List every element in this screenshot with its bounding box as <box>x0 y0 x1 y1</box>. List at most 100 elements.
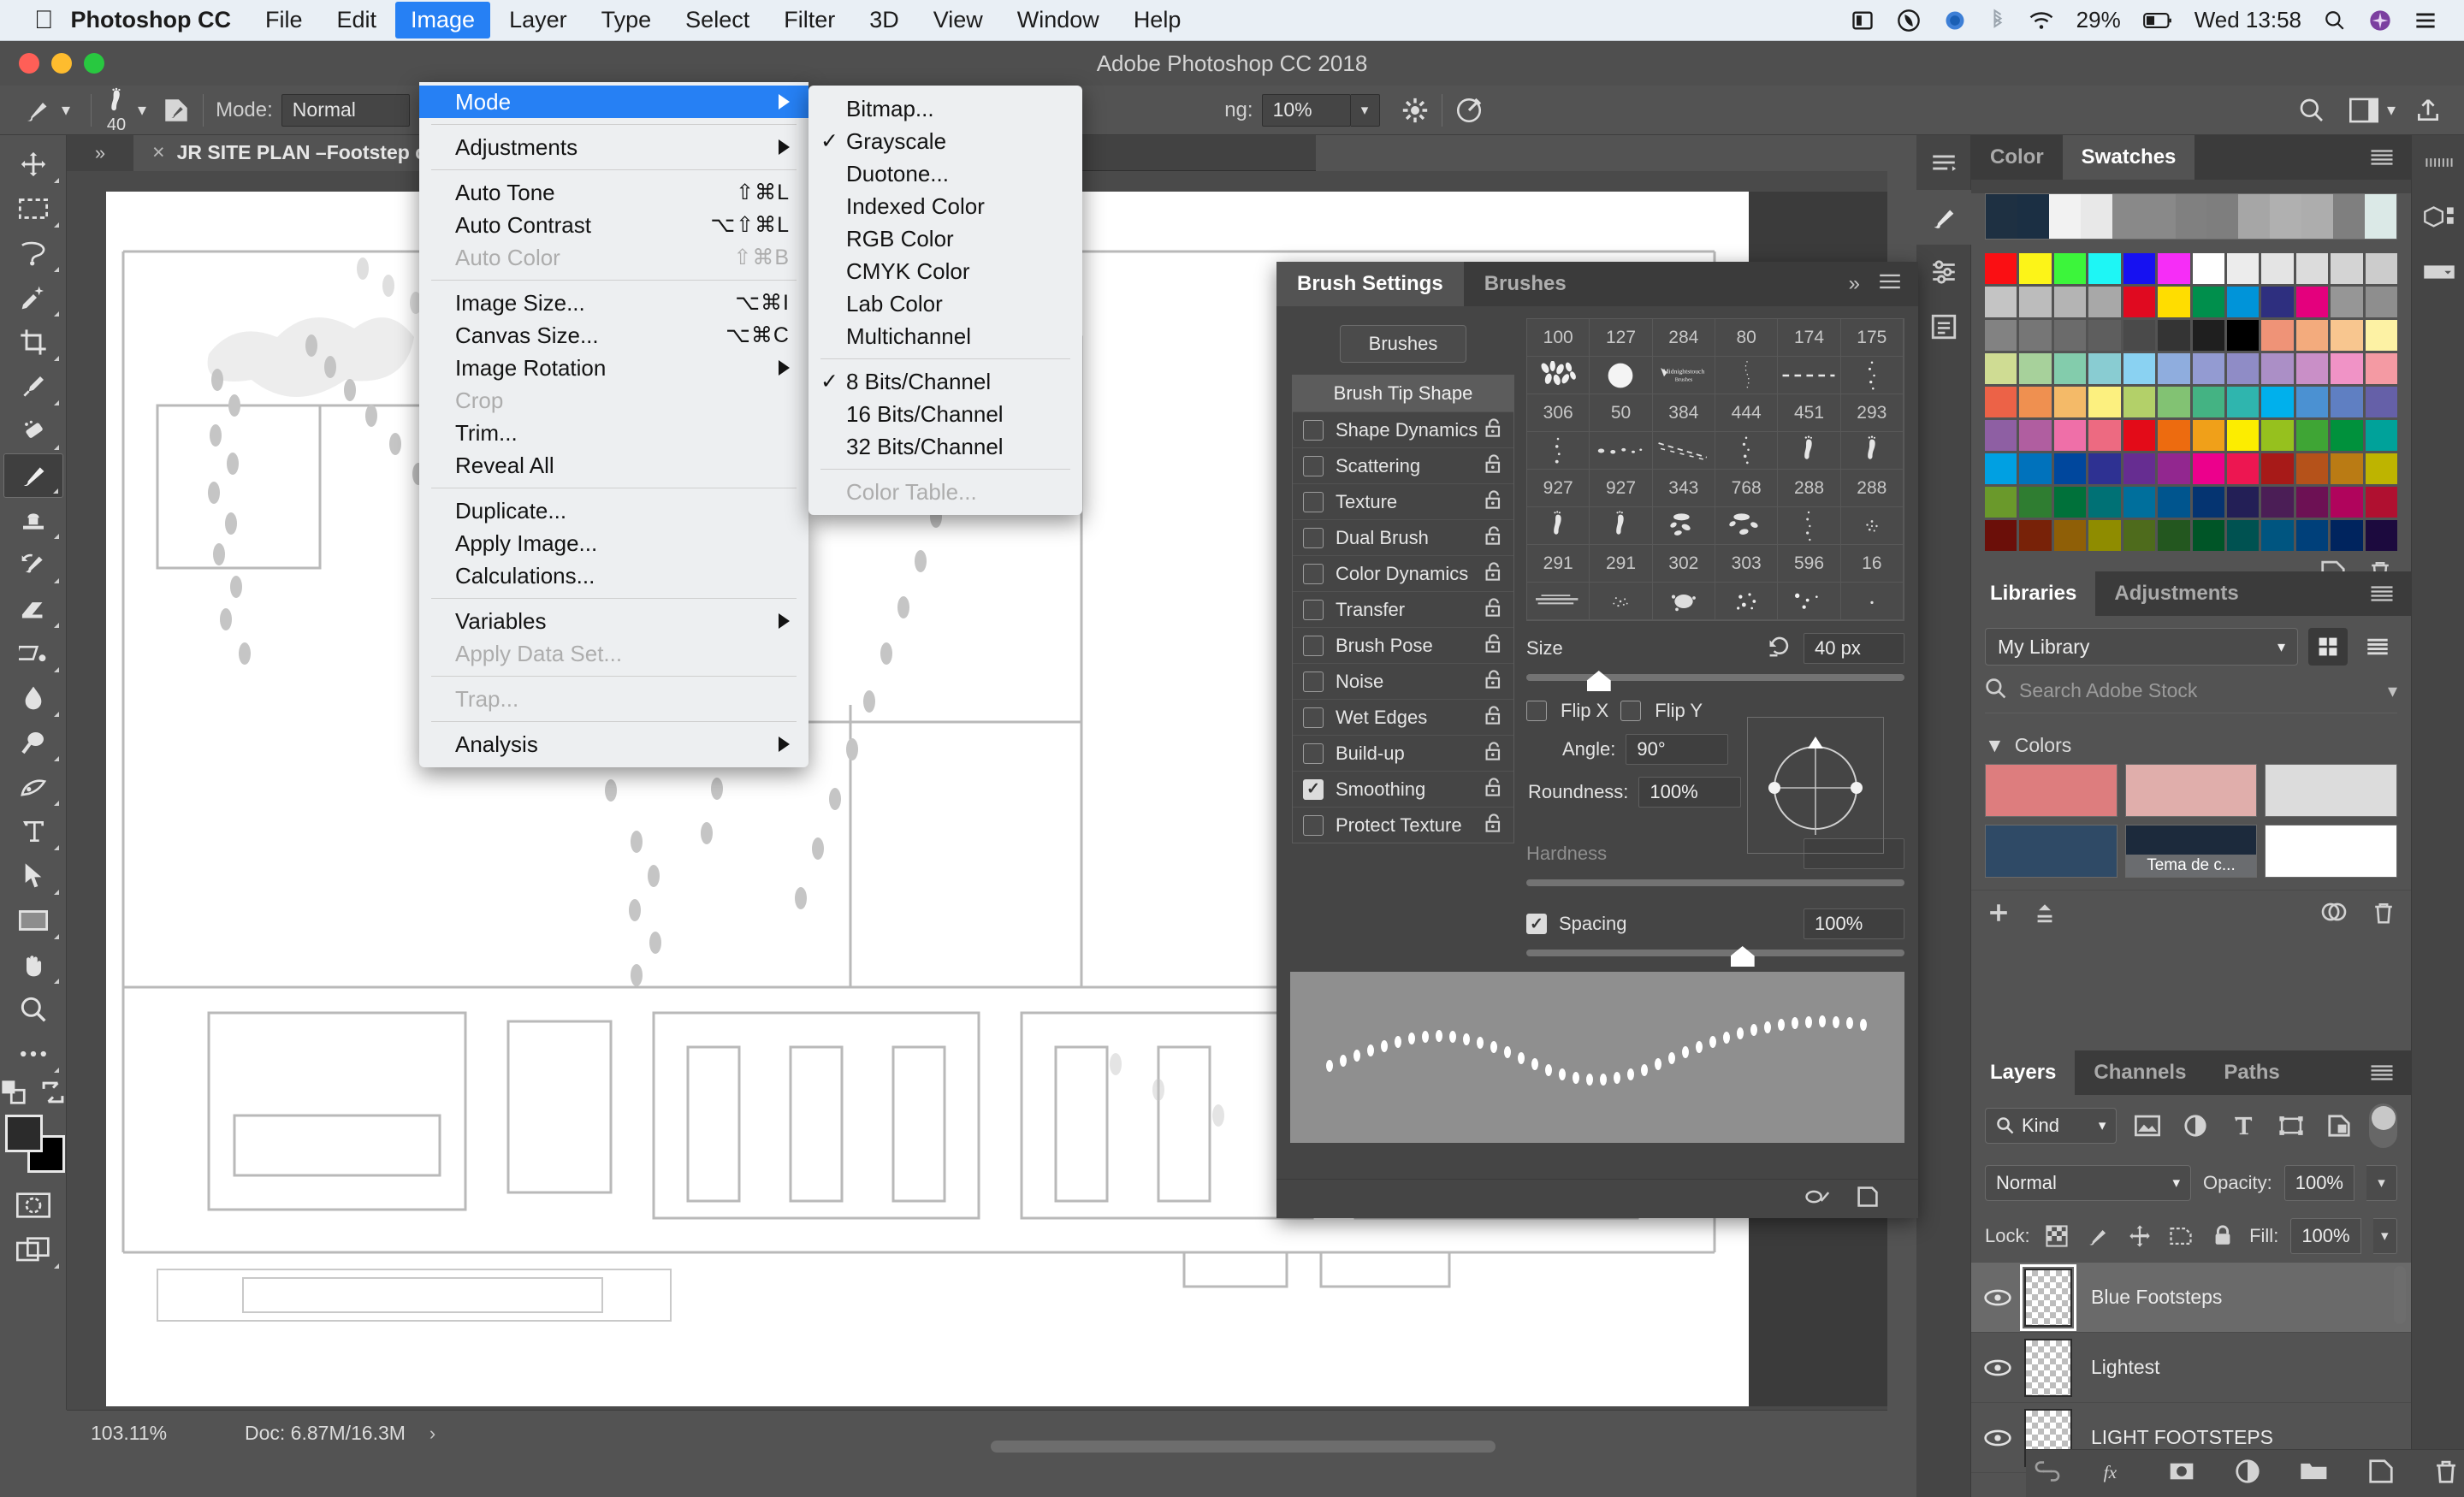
brush-option-build-up[interactable]: Build-up <box>1293 735 1513 771</box>
color-swatch[interactable] <box>2019 487 2051 518</box>
siri-icon[interactable] <box>2368 9 2392 33</box>
shape-filter-icon[interactable] <box>2273 1108 2309 1144</box>
color-swatch[interactable] <box>2054 353 2086 384</box>
library-color-swatch[interactable] <box>1985 764 2118 817</box>
lock-open-icon[interactable] <box>1484 597 1503 622</box>
brush-option-wet-edges[interactable]: Wet Edges <box>1293 699 1513 735</box>
color-swatch[interactable] <box>2019 453 2051 484</box>
library-color-swatch[interactable] <box>2125 764 2258 817</box>
menu-item-image-size[interactable]: Image Size... ⌥⌘I <box>419 287 808 319</box>
color-swatch[interactable] <box>2366 420 2397 451</box>
color-swatch[interactable] <box>2227 253 2259 284</box>
brush-option-texture[interactable]: Texture <box>1293 483 1513 519</box>
menubar-item-3d[interactable]: 3D <box>854 2 915 38</box>
library-color-swatch[interactable]: Tema de c... <box>2125 825 2258 878</box>
adjustments-icon[interactable] <box>1916 245 1971 299</box>
brush-number[interactable]: 451 <box>1778 394 1840 432</box>
color-swatch[interactable] <box>2296 420 2328 451</box>
brush-number[interactable]: 80 <box>1715 319 1778 357</box>
color-swatch[interactable] <box>2193 353 2224 384</box>
flip-x-checkbox[interactable] <box>1526 701 1547 721</box>
hardness-slider[interactable] <box>1526 879 1904 886</box>
color-swatch[interactable] <box>2158 453 2189 484</box>
color-swatch[interactable] <box>2366 520 2397 551</box>
checkbox[interactable] <box>1303 456 1324 476</box>
lock-open-icon[interactable] <box>1484 633 1503 658</box>
layer-thumbnail[interactable] <box>2024 1339 2072 1397</box>
recent-swatches-row[interactable] <box>1985 193 2397 240</box>
menu-item-reveal-all[interactable]: Reveal All <box>419 449 808 482</box>
flip-y-checkbox[interactable] <box>1620 701 1641 721</box>
clone-stamp-tool[interactable] <box>3 498 63 542</box>
brush-option-color-dynamics[interactable]: Color Dynamics <box>1293 555 1513 591</box>
panel-menu-icon[interactable] <box>1879 272 1901 296</box>
brush-option-transfer[interactable]: Transfer <box>1293 591 1513 627</box>
checkbox[interactable] <box>1303 420 1324 441</box>
submenu-item-multichannel[interactable]: Multichannel <box>808 320 1082 352</box>
brushes-button[interactable]: Brushes <box>1340 325 1466 363</box>
submenu-item-16-bits[interactable]: 16 Bits/Channel <box>808 398 1082 430</box>
tab-adjustments[interactable]: Adjustments <box>2095 571 2257 616</box>
lock-image-icon[interactable] <box>2083 1218 2113 1254</box>
brush-thumbnail[interactable] <box>1527 357 1590 394</box>
brush-option-brush-pose[interactable]: Brush Pose <box>1293 627 1513 663</box>
color-swatch[interactable] <box>2296 520 2328 551</box>
move-tool[interactable] <box>3 142 63 186</box>
color-swatch[interactable] <box>2227 320 2259 351</box>
toggle-brush-icon[interactable] <box>1805 1187 1831 1210</box>
brush-tip-shape-header[interactable]: Brush Tip Shape <box>1293 376 1513 411</box>
menubar-item-filter[interactable]: Filter <box>768 2 850 38</box>
spacing-slider[interactable] <box>1526 950 1904 956</box>
flow-chevron-icon[interactable]: ▾ <box>1351 94 1380 127</box>
color-swatch[interactable] <box>2366 387 2397 417</box>
path-selection-tool[interactable] <box>3 854 63 898</box>
color-swatch[interactable] <box>2296 387 2328 417</box>
menubar-item-view[interactable]: View <box>918 2 998 38</box>
quick-selection-tool[interactable] <box>3 275 63 320</box>
recent-swatch[interactable] <box>2112 194 2144 239</box>
menubar-item-select[interactable]: Select <box>670 2 765 38</box>
brush-number[interactable]: 291 <box>1527 545 1590 583</box>
brush-number[interactable]: 288 <box>1841 470 1904 507</box>
tab-brush-settings[interactable]: Brush Settings <box>1276 262 1464 306</box>
colors-section-header[interactable]: ▼ Colors <box>1971 722 2411 764</box>
panel-dropdown-icon[interactable] <box>2412 245 2464 299</box>
brush-thumbnail[interactable] <box>1841 357 1904 394</box>
color-swatch[interactable] <box>2331 287 2362 317</box>
recent-swatch[interactable] <box>2301 194 2333 239</box>
workspace-icon[interactable] <box>2349 98 2378 123</box>
color-swatch[interactable] <box>2123 287 2155 317</box>
opacity-input[interactable]: 100% <box>2284 1165 2354 1201</box>
blur-tool[interactable] <box>3 676 63 720</box>
smartobject-filter-icon[interactable] <box>2321 1108 2357 1144</box>
brush-thumbnail[interactable] <box>1653 583 1715 620</box>
brush-number[interactable]: 291 <box>1590 545 1652 583</box>
battery-icon[interactable] <box>2143 12 2172 29</box>
color-swatch[interactable] <box>2366 320 2397 351</box>
color-swatch[interactable] <box>1985 320 2017 351</box>
display-icon[interactable] <box>1851 9 1875 33</box>
recent-swatch[interactable] <box>2365 194 2396 239</box>
color-swatch[interactable] <box>2296 353 2328 384</box>
adjustment-filter-icon[interactable] <box>2177 1108 2213 1144</box>
color-swatch[interactable] <box>2227 420 2259 451</box>
default-colors-icon[interactable] <box>1 1080 27 1109</box>
delete-icon[interactable] <box>2372 901 2396 929</box>
brush-thumbnail[interactable] <box>1715 507 1778 545</box>
checkbox[interactable] <box>1303 636 1324 656</box>
color-swatch[interactable] <box>2296 253 2328 284</box>
color-swatch[interactable] <box>2331 487 2362 518</box>
color-swatch[interactable] <box>2158 287 2189 317</box>
brush-number[interactable]: 293 <box>1841 394 1904 432</box>
flow-input[interactable]: 10% <box>1262 94 1351 127</box>
crop-tool[interactable] <box>3 320 63 364</box>
recent-swatch[interactable] <box>2144 194 2176 239</box>
color-swatch[interactable] <box>2088 420 2120 451</box>
color-swatch[interactable] <box>2193 520 2224 551</box>
color-swatch[interactable] <box>2123 387 2155 417</box>
menu-item-analysis[interactable]: Analysis <box>419 728 808 760</box>
menubar-item-layer[interactable]: Layer <box>494 2 583 38</box>
panel-overflow-icon[interactable]: » <box>1849 272 1860 296</box>
zoom-level[interactable]: 103.11% <box>91 1422 245 1445</box>
submenu-item-lab-color[interactable]: Lab Color <box>808 287 1082 320</box>
